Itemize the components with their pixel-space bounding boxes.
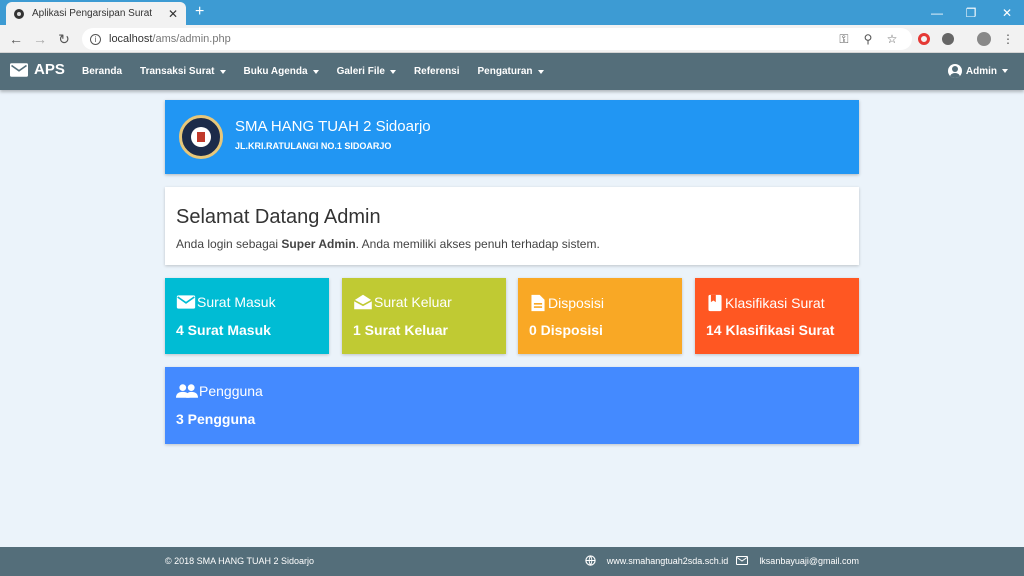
stat-card-pengguna[interactable]: Pengguna 3 Pengguna [165, 367, 859, 444]
stat-label-row: Pengguna [176, 383, 263, 399]
forward-icon[interactable]: → [31, 30, 49, 48]
zoom-icon[interactable]: ⚲ [860, 31, 876, 47]
stat-label-row: Klasifikasi Surat [706, 294, 825, 312]
welcome-text-after: . Anda memiliki akses penuh terhadap sis… [355, 237, 600, 251]
nav-item-transaksi-surat[interactable]: Transaksi Surat [140, 66, 226, 77]
brand-label: APS [34, 61, 65, 78]
footer-email-link[interactable]: lksanbayuaji@gmail.com [736, 556, 859, 566]
browser-tab[interactable]: Aplikasi Pengarsipan Surat ✕ [6, 2, 186, 25]
tab-title: Aplikasi Pengarsipan Surat [32, 8, 153, 19]
stat-value: 4 Surat Masuk [176, 322, 271, 338]
footer: © 2018 SMA HANG TUAH 2 Sidoarjo www.smah… [0, 547, 1024, 576]
extension-icon[interactable] [940, 31, 956, 47]
caret-down-icon [312, 69, 319, 74]
nav-item-label: Transaksi Surat [140, 66, 215, 77]
main-menu: Beranda Transaksi Surat Buku Agenda Galeri … [82, 53, 562, 90]
nav-item-label: Referensi [413, 66, 460, 77]
url-path: /ams/admin.php [152, 33, 231, 45]
stat-label: Disposisi [548, 295, 605, 311]
stat-label-row: Surat Masuk [176, 294, 276, 310]
nav-item-beranda[interactable]: Beranda [82, 66, 122, 77]
mail-icon [176, 295, 196, 309]
school-name: SMA HANG TUAH 2 Sidoarjo [235, 118, 431, 135]
caret-down-icon [1002, 69, 1008, 73]
stat-value: 0 Disposisi [529, 322, 603, 338]
app-navbar: APS Beranda Transaksi Surat Buku Agenda Gal… [0, 53, 1024, 90]
favicon-icon [14, 8, 24, 19]
restore-icon[interactable]: ❐ [954, 0, 988, 25]
user-menu-label: Admin [965, 65, 997, 77]
stat-card-klasifikasi-surat[interactable]: Klasifikasi Surat 14 Klasifikasi Surat [695, 278, 859, 354]
welcome-title: Selamat Datang Admin [176, 206, 381, 228]
caret-down-icon [537, 69, 544, 74]
footer-copyright: © 2018 SMA HANG TUAH 2 Sidoarjo [165, 556, 315, 566]
people-icon [176, 384, 198, 398]
nav-item-pengaturan[interactable]: Pengaturan [478, 66, 544, 77]
description-icon [531, 294, 545, 312]
nav-item-label: Beranda [82, 66, 123, 77]
info-icon[interactable]: i [90, 33, 101, 45]
nav-item-referensi[interactable]: Referensi [414, 66, 460, 77]
welcome-text-before: Anda login sebagai [176, 237, 282, 251]
footer-email: lksanbayuaji@gmail.com [759, 555, 859, 566]
globe-icon [585, 555, 596, 566]
profile-avatar[interactable] [976, 31, 992, 47]
welcome-message: Anda login sebagai Super Admin. Anda mem… [176, 237, 600, 251]
address-bar[interactable]: i localhost/ams/admin.php [82, 28, 912, 50]
welcome-role: Super Admin [281, 237, 356, 251]
footer-website-link[interactable]: www.smahangtuah2sda.sch.id [585, 555, 729, 566]
stat-label: Surat Keluar [374, 294, 452, 310]
stat-card-disposisi[interactable]: Disposisi 0 Disposisi [518, 278, 682, 354]
school-header: SMA HANG TUAH 2 Sidoarjo JL.KRI.RATULANG… [165, 100, 859, 174]
school-address: JL.KRI.RATULANGI NO.1 SIDOARJO [235, 141, 392, 151]
stat-label-row: Disposisi [529, 294, 604, 312]
welcome-card: Selamat Datang Admin Anda login sebagai … [165, 187, 859, 265]
class-icon [708, 294, 722, 312]
stat-label: Surat Masuk [197, 294, 276, 310]
new-tab-button[interactable]: + [195, 3, 204, 21]
stat-value: 3 Pengguna [176, 411, 256, 427]
stat-label: Klasifikasi Surat [725, 295, 825, 311]
browser-tabstrip: Aplikasi Pengarsipan Surat ✕ + — ❐ ✕ [0, 0, 1024, 25]
stat-value: 14 Klasifikasi Surat [706, 322, 835, 338]
bookmark-star-icon[interactable]: ☆ [884, 31, 900, 47]
caret-down-icon [219, 69, 226, 74]
opera-icon[interactable] [916, 31, 932, 47]
drafts-icon [353, 294, 373, 310]
school-logo [179, 115, 223, 159]
key-icon[interactable]: ⚿ [836, 31, 852, 47]
footer-website: www.smahangtuah2sda.sch.id [606, 555, 729, 566]
stat-card-surat-keluar[interactable]: Surat Keluar 1 Surat Keluar [342, 278, 506, 354]
account-circle-icon [947, 64, 962, 78]
nav-item-label: Buku Agenda [243, 66, 308, 77]
stat-card-surat-masuk[interactable]: Surat Masuk 4 Surat Masuk [165, 278, 329, 354]
footer-links: www.smahangtuah2sda.sch.id lksanbayuaji@… [577, 555, 859, 566]
nav-item-buku-agenda[interactable]: Buku Agenda [244, 66, 319, 77]
nav-item-galeri-file[interactable]: Galeri File [337, 66, 396, 77]
stat-label-row: Surat Keluar [353, 294, 452, 310]
stat-label: Pengguna [199, 383, 263, 399]
browser-menu-icon[interactable]: ⋮ [1000, 31, 1016, 47]
mail-icon [10, 62, 28, 77]
caret-down-icon [389, 69, 396, 74]
nav-item-label: Pengaturan [477, 66, 533, 77]
minimize-icon[interactable]: — [920, 0, 954, 25]
mail-icon [736, 556, 749, 565]
reload-icon[interactable]: ↻ [55, 30, 73, 48]
stat-value: 1 Surat Keluar [353, 322, 448, 338]
nav-item-label: Galeri File [336, 66, 385, 77]
brand[interactable]: APS [10, 61, 65, 78]
back-icon[interactable]: ← [7, 30, 25, 48]
close-tab-icon[interactable]: ✕ [168, 7, 178, 21]
url-host: localhost [109, 33, 153, 45]
close-window-icon[interactable]: ✕ [990, 0, 1024, 25]
user-menu[interactable]: Admin [947, 64, 1008, 78]
